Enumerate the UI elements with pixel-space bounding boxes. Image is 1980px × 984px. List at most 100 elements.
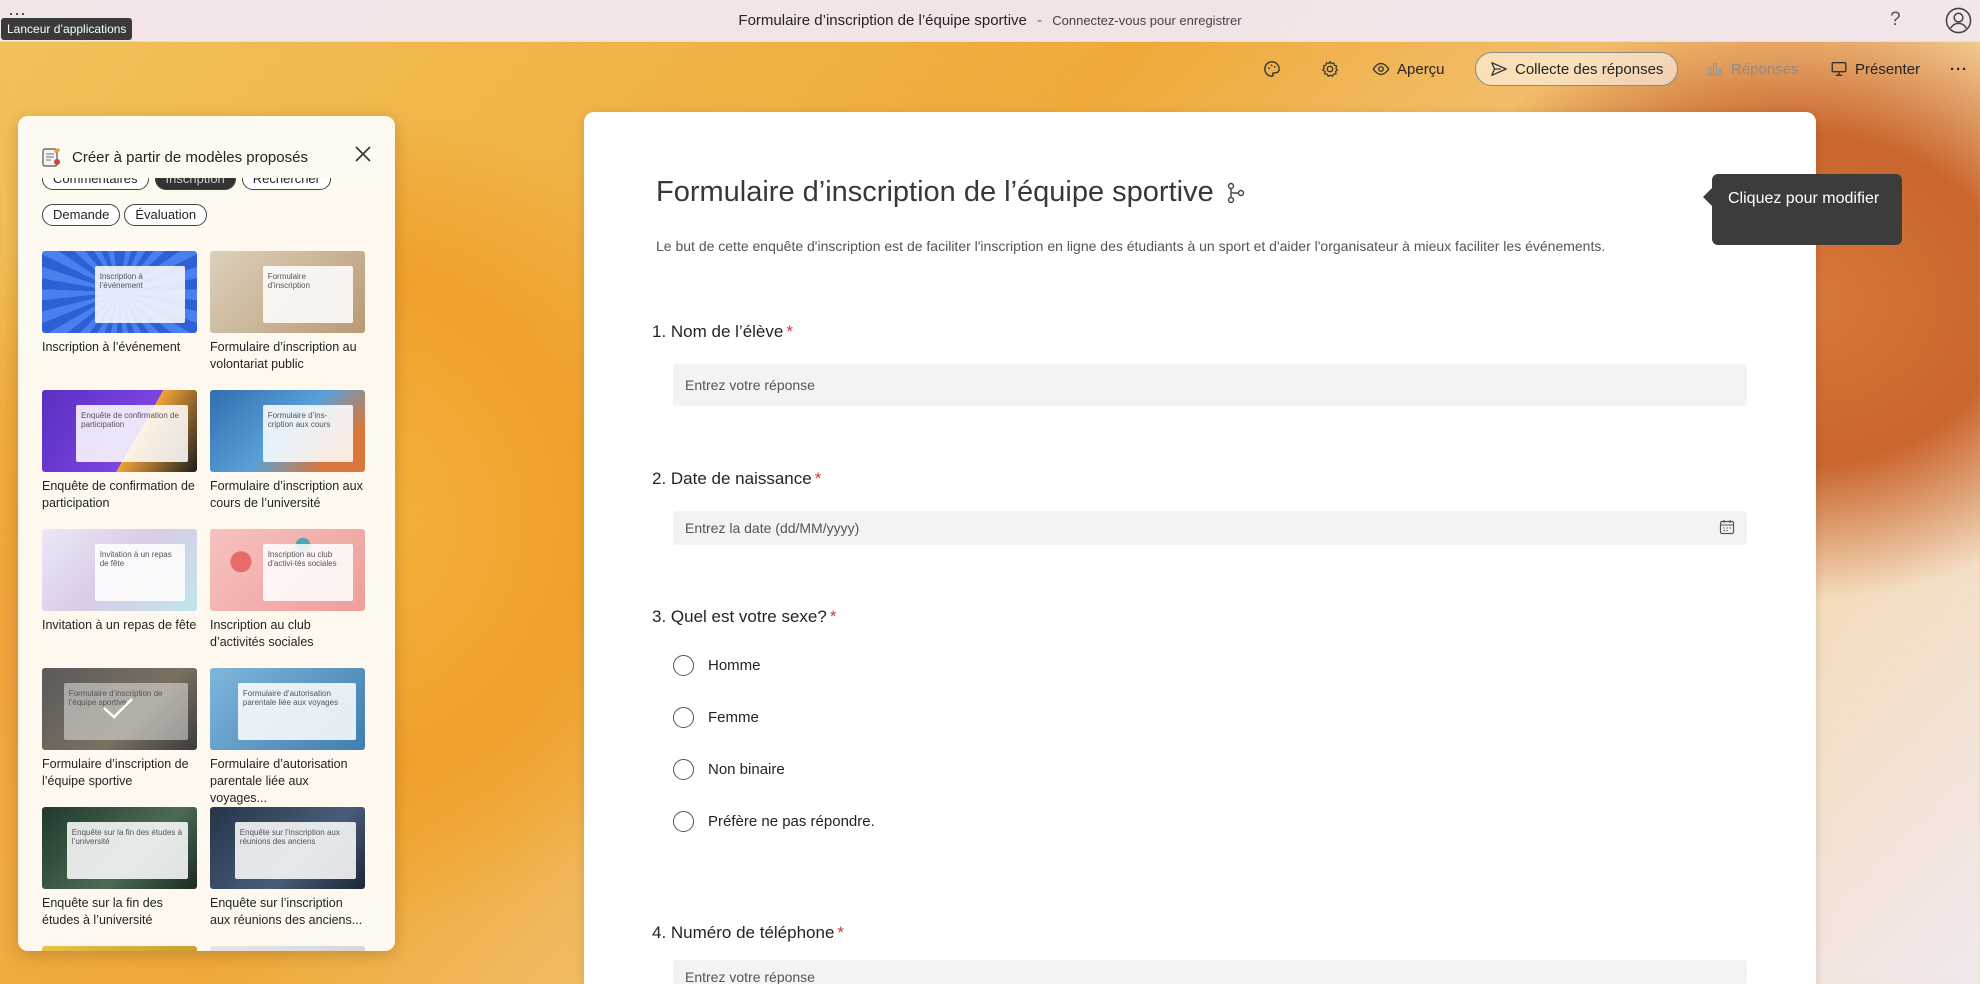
option-label: Préfère ne pas répondre.: [708, 813, 875, 830]
template-thumbnail: [210, 946, 365, 951]
checkmark-icon: [103, 698, 133, 719]
collect-label: Collecte des réponses: [1515, 60, 1664, 78]
responses-button[interactable]: Réponses: [1706, 52, 1799, 86]
template-thumbnail: Formulaire d’autorisation parentale liée…: [210, 668, 365, 750]
option-label: Homme: [708, 657, 761, 674]
option-label: Non binaire: [708, 761, 785, 778]
question-4-label: 4. Numéro de téléphone: [652, 923, 835, 942]
radio-button[interactable]: [673, 655, 694, 676]
template-label: Enquête sur la fin des études à l’univer…: [42, 896, 163, 927]
radio-option[interactable]: Homme: [673, 655, 761, 676]
category-chips: Demande Évaluation: [42, 204, 208, 226]
account-icon[interactable]: [1945, 7, 1972, 34]
bar-chart-icon: [1708, 62, 1722, 76]
templates-panel-title: Créer à partir de modèles proposés: [72, 148, 308, 166]
radio-button[interactable]: [673, 811, 694, 832]
template-label: Formulaire d’inscription aux cours de l’…: [210, 479, 363, 510]
template-label: Enquête sur l’inscription aux réunions d…: [210, 896, 363, 927]
branching-icon[interactable]: [1226, 182, 1246, 204]
template-card[interactable]: Formulaire d’ins-cription aux cours Form…: [210, 390, 365, 512]
template-card[interactable]: Inscription au club d’activi-tés sociale…: [210, 529, 365, 651]
option-label: Femme: [708, 709, 759, 726]
send-icon: [1491, 62, 1507, 76]
question-4-title[interactable]: 4. Numéro de téléphone *: [652, 923, 844, 943]
templates-panel: Créer à partir de modèles proposés Comme…: [18, 116, 395, 951]
template-label: Inscription à l’événement: [42, 340, 181, 354]
required-marker: *: [786, 322, 793, 341]
thumbnail-caption: Formulaire d’autorisation parentale liée…: [237, 682, 356, 741]
calendar-icon[interactable]: [1719, 519, 1735, 535]
template-card-partial[interactable]: [42, 946, 197, 951]
thumbnail-caption: Inscription à l’événement: [94, 265, 185, 324]
radio-option[interactable]: Non binaire: [673, 759, 785, 780]
template-card[interactable]: Inscription à l’événement Inscription à …: [42, 251, 197, 356]
thumbnail-caption: Formulaire d’inscription: [262, 265, 353, 324]
question-1-title[interactable]: 1. Nom de l’élève *: [652, 322, 793, 342]
theme-button[interactable]: [1263, 52, 1281, 86]
required-marker: *: [837, 923, 845, 942]
help-icon[interactable]: ?: [1890, 9, 1901, 31]
palette-icon: [1264, 61, 1280, 77]
more-options-icon[interactable]: ···: [1950, 52, 1968, 86]
template-card[interactable]: Invitation à un repas de fête Invitation…: [42, 529, 197, 634]
document-title[interactable]: Formulaire d’inscription de l’équipe spo…: [738, 12, 1026, 29]
close-icon[interactable]: [353, 144, 373, 164]
radio-option[interactable]: Préfère ne pas répondre.: [673, 811, 875, 832]
required-marker: *: [829, 607, 837, 626]
form-description[interactable]: Le but de cette enquête d'inscription es…: [656, 238, 1756, 254]
template-label: Enquête de confirmation de participation: [42, 479, 195, 510]
present-button[interactable]: Présenter: [1830, 52, 1920, 86]
template-card[interactable]: Formulaire d’inscription Formulaire d’in…: [210, 251, 365, 373]
template-thumbnail: [42, 946, 197, 951]
chip-rechercher[interactable]: Rechercher: [241, 178, 331, 190]
radio-button[interactable]: [673, 707, 694, 728]
thumbnail-caption: Enquête de confirmation de participation: [76, 404, 188, 463]
radio-button[interactable]: [673, 759, 694, 780]
document-title-area: Formulaire d’inscription de l’équipe spo…: [0, 12, 1980, 29]
template-card[interactable]: Formulaire d’autorisation parentale liée…: [210, 668, 365, 807]
templates-panel-header: Créer à partir de modèles proposés: [40, 146, 308, 168]
form-title[interactable]: Formulaire d’inscription de l’équipe spo…: [656, 176, 1214, 209]
required-marker: *: [814, 469, 822, 488]
chip-demande[interactable]: Demande: [42, 204, 121, 226]
chip-commentaires[interactable]: Commentaires: [42, 178, 149, 190]
template-card-partial[interactable]: [210, 946, 365, 951]
title-separator: -: [1037, 12, 1043, 29]
thumbnail-caption: Formulaire d’ins-cription aux cours: [262, 404, 353, 463]
chip-inscription[interactable]: Inscription: [154, 178, 236, 190]
template-label: Inscription au club d’activités sociales: [210, 618, 314, 649]
question-4-input[interactable]: Entrez votre réponse: [673, 960, 1747, 984]
form-toolbar: Aperçu Collecte des réponses Réponses Pr…: [0, 52, 1980, 86]
template-thumbnail: Enquête de confirmation de participation: [42, 390, 197, 472]
date-placeholder: Entrez la date (dd/MM/yyyy): [685, 520, 860, 536]
category-chips-scrolled: Commentaires Inscription Rechercher: [42, 178, 331, 192]
present-icon: [1831, 62, 1847, 76]
template-thumbnail: Inscription à l’événement: [42, 251, 197, 333]
question-3-title[interactable]: 3. Quel est votre sexe? *: [652, 607, 836, 627]
template-card-selected[interactable]: Formulaire d’inscription de l’équipe spo…: [42, 668, 197, 790]
gear-icon: [1321, 60, 1339, 78]
question-1-label: 1. Nom de l’élève: [652, 322, 784, 341]
present-label: Présenter: [1855, 60, 1921, 78]
template-card[interactable]: Enquête sur la fin des études à l’univer…: [42, 807, 197, 929]
eye-icon: [1372, 62, 1390, 76]
thumbnail-caption: Enquête sur l’inscription aux réunions d…: [234, 821, 356, 880]
question-1-input[interactable]: Entrez votre réponse: [673, 364, 1747, 406]
form-title-row[interactable]: Formulaire d’inscription de l’équipe spo…: [656, 176, 1246, 209]
chip-evaluation[interactable]: Évaluation: [124, 204, 208, 226]
thumbnail-caption: Enquête sur la fin des études à l’univer…: [66, 821, 188, 880]
template-thumbnail: Invitation à un repas de fête: [42, 529, 197, 611]
question-2-date-input[interactable]: Entrez la date (dd/MM/yyyy): [673, 511, 1747, 545]
settings-button[interactable]: [1321, 52, 1339, 86]
edit-tooltip: Cliquez pour modifier: [1703, 174, 1902, 245]
collect-responses-button[interactable]: Collecte des réponses: [1475, 52, 1679, 86]
form-canvas: Formulaire d’inscription de l’équipe spo…: [584, 112, 1816, 984]
radio-option[interactable]: Femme: [673, 707, 759, 728]
save-status[interactable]: Connectez-vous pour enregistrer: [1052, 13, 1241, 28]
top-bar: ⋯ Lanceur d’applications Formulaire d’in…: [0, 0, 1980, 42]
question-2-title[interactable]: 2. Date de naissance *: [652, 469, 821, 489]
template-card[interactable]: Enquête sur l’inscription aux réunions d…: [210, 807, 365, 929]
template-thumbnail: Enquête sur l’inscription aux réunions d…: [210, 807, 365, 889]
template-card[interactable]: Enquête de confirmation de participation…: [42, 390, 197, 512]
preview-button[interactable]: Aperçu: [1372, 52, 1445, 86]
